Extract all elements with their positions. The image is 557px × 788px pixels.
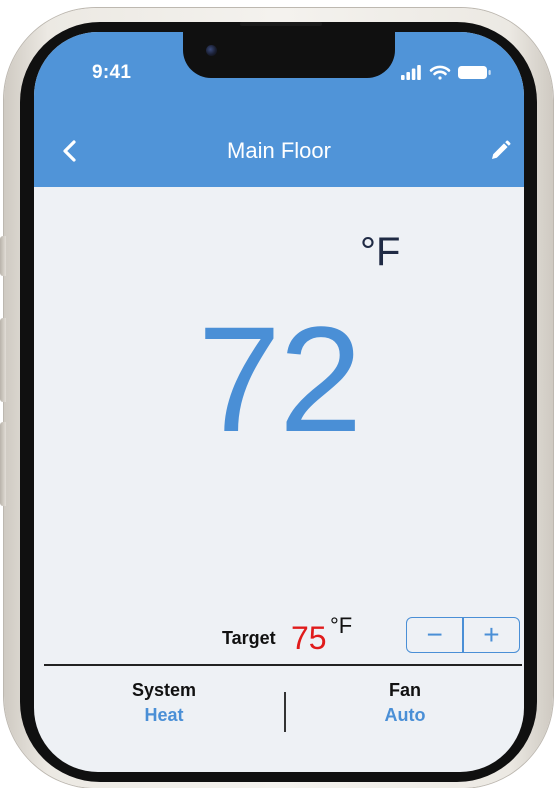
speaker-slit <box>240 22 322 26</box>
app-screen: 9:41 Main Floor °F 72 Target 75 °F − + S… <box>34 32 524 772</box>
system-mode-label: System <box>131 680 197 700</box>
fan-mode[interactable]: Fan Auto <box>305 680 505 726</box>
front-camera <box>206 45 217 56</box>
wifi-icon <box>429 65 451 80</box>
display-notch <box>183 32 395 78</box>
fan-mode-label: Fan <box>388 680 421 700</box>
target-label: Target <box>222 628 276 648</box>
target-unit: °F <box>330 613 353 638</box>
status-icons <box>401 65 491 80</box>
temperature-unit: °F <box>360 230 401 274</box>
section-divider <box>44 664 522 666</box>
cellular-signal-icon <box>401 65 421 80</box>
system-mode-value: Heat <box>144 705 184 725</box>
target-temperature: 75 <box>291 620 327 656</box>
volume-down-button <box>0 422 6 506</box>
edit-button[interactable] <box>488 139 512 163</box>
target-row: Target 75 °F − + <box>34 612 524 662</box>
increase-target-button[interactable]: + <box>464 618 519 652</box>
mode-divider <box>284 692 286 732</box>
pencil-icon <box>492 140 511 159</box>
target-stepper: − + <box>406 617 520 653</box>
decrease-target-button[interactable]: − <box>407 618 462 652</box>
volume-up-button <box>0 318 6 402</box>
fan-mode-value: Auto <box>384 705 426 725</box>
system-mode[interactable]: System Heat <box>64 680 264 726</box>
current-temperature: 72 <box>197 295 363 463</box>
battery-icon <box>458 66 491 79</box>
status-time: 9:41 <box>92 62 132 83</box>
mute-switch <box>0 236 6 276</box>
page-title: Main Floor <box>227 138 331 163</box>
app-header: 9:41 Main Floor <box>34 32 524 187</box>
